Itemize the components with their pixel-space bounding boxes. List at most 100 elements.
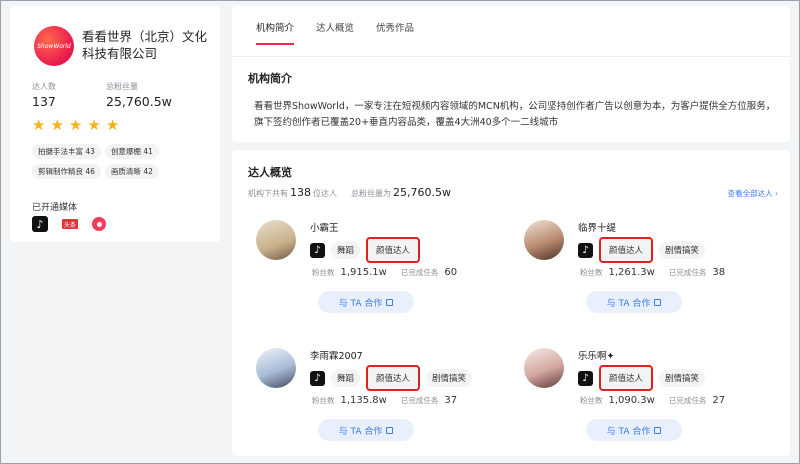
kol-tag-highlighted: 颜值达人 (598, 365, 654, 391)
tab-agency-intro[interactable]: 机构简介 (256, 20, 295, 45)
review-tag: 创意爆棚 41 (104, 144, 159, 159)
review-tag: 剪辑制作精良 46 (32, 164, 101, 179)
kol-stats: 粉丝数 1,090.3w 已完成任务 27 (580, 395, 733, 406)
overview-title: 达人概览 (248, 166, 292, 179)
agency-name: 看看世界（北京）文化科技有限公司 (82, 29, 208, 61)
xigua-icon[interactable] (92, 217, 107, 231)
star-icon: ★ (68, 116, 83, 134)
total-fans-value: 25,760.5w (106, 94, 172, 109)
tab-kol-overview[interactable]: 达人概览 (316, 20, 354, 45)
window-icon (386, 426, 394, 434)
fans-label: 粉丝数 (580, 268, 603, 277)
agency-logo: ShowWorld (34, 26, 74, 66)
review-tag: 画质清晰 42 (104, 164, 159, 179)
cooperate-button[interactable]: 与 TA 合作 (318, 291, 414, 313)
media-icons: ♪ 头条 (32, 216, 107, 232)
kol-tags: ♪ 颜值达人 剧情搞笑 (578, 365, 706, 391)
fans-label: 粉丝数 (312, 268, 335, 277)
window-icon (386, 298, 394, 306)
kol-tag: 剧情搞笑 (659, 241, 706, 259)
kol-tag: 剧情搞笑 (426, 369, 473, 387)
kol-card: 乐乐啊✦ ♪ 颜值达人 剧情搞笑 粉丝数 1,090.3w 已完成任务 27 与… (504, 340, 744, 450)
kol-tag: 舞蹈 (331, 369, 361, 387)
tasks-value: 60 (444, 267, 458, 278)
cooperate-button-label: 与 TA 合作 (338, 426, 383, 437)
avatar[interactable] (524, 220, 564, 260)
star-icon: ★ (50, 116, 64, 134)
intro-text: 看看世界ShowWorld，一家专注在短视频内容领域的MCN机构，公司坚持创作者… (254, 101, 776, 128)
cooperate-button-label: 与 TA 合作 (338, 298, 383, 309)
star-icon: ★ (32, 116, 46, 134)
kol-tag: 剧情搞笑 (659, 369, 706, 387)
star-icon: ★ (87, 116, 101, 134)
tasks-label: 已完成任务 (400, 268, 439, 277)
fans-label: 粉丝数 (312, 396, 335, 405)
review-tags: 拍摄手法丰富 43 创意爆棚 41 剪辑制作精良 46 画质清晰 42 (32, 144, 218, 179)
star-icon: ★ (105, 116, 120, 134)
review-tag: 拍摄手法丰富 43 (32, 144, 101, 159)
kol-tags: ♪ 舞蹈 颜值达人 剧情搞笑 (310, 365, 473, 391)
divider (232, 56, 790, 57)
total-fans: 25,760.5w (393, 186, 451, 199)
kol-card: 临界十缇 ♪ 颜值达人 剧情搞笑 粉丝数 1,261.3w 已完成任务 38 与… (504, 212, 744, 322)
kol-tag: 舞蹈 (331, 241, 361, 259)
cooperate-button[interactable]: 与 TA 合作 (586, 419, 682, 441)
avatar[interactable] (256, 348, 296, 388)
kol-count-value: 137 (32, 94, 56, 109)
tasks-value: 38 (712, 267, 726, 278)
douyin-icon: ♪ (310, 242, 325, 258)
intro-title: 机构简介 (248, 72, 292, 85)
avatar[interactable] (524, 348, 564, 388)
rating-stars: ★ ★ ★ ★ ★ (32, 118, 119, 133)
window-icon (654, 298, 662, 306)
kol-tags: ♪ 舞蹈 颜值达人 (310, 237, 421, 263)
agency-profile-card: ShowWorld 看看世界（北京）文化科技有限公司 达人数 137 总粉丝量 … (10, 6, 220, 242)
media-section-title: 已开通媒体 (32, 203, 78, 213)
tasks-label: 已完成任务 (668, 396, 707, 405)
fans-label: 总粉丝量为 (351, 189, 391, 198)
count-suffix: 位达人 (313, 189, 337, 198)
view-all-kols-link[interactable]: 查看全部达人 › (728, 188, 778, 199)
fans-value: 1,261.3w (608, 267, 655, 278)
tasks-label: 已完成任务 (400, 396, 439, 405)
intro-panel: 机构简介 达人概览 优秀作品 机构简介 看看世界ShowWorld，一家专注在短… (232, 6, 790, 142)
kol-overview-panel: 达人概览 机构下共有 138 位达人 总粉丝量为 25,760.5w 查看全部达… (232, 150, 790, 456)
kol-tag-highlighted: 颜值达人 (366, 365, 421, 391)
logo-text: ShowWorld (37, 42, 71, 50)
kol-count: 138 (290, 186, 311, 199)
kol-stats: 粉丝数 1,261.3w 已完成任务 38 (580, 267, 733, 278)
kol-name[interactable]: 乐乐啊✦ (578, 348, 614, 362)
tab-bar: 机构简介 达人概览 优秀作品 (256, 20, 414, 45)
tab-featured-works[interactable]: 优秀作品 (376, 20, 414, 45)
overview-summary: 机构下共有 138 位达人 总粉丝量为 25,760.5w (248, 186, 451, 199)
cooperate-button-label: 与 TA 合作 (606, 298, 651, 309)
cooperate-button[interactable]: 与 TA 合作 (586, 291, 682, 313)
kol-tags: ♪ 颜值达人 剧情搞笑 (578, 237, 706, 263)
kol-card: 小霸王 ♪ 舞蹈 颜值达人 粉丝数 1,915.1w 已完成任务 60 与 TA… (236, 212, 476, 322)
douyin-icon[interactable]: ♪ (32, 216, 48, 232)
kol-name[interactable]: 临界十缇 (578, 220, 616, 234)
tasks-value: 37 (444, 395, 458, 406)
kol-stats: 粉丝数 1,135.8w 已完成任务 37 (312, 395, 465, 406)
avatar[interactable] (256, 220, 296, 260)
fans-value: 1,915.1w (340, 267, 387, 278)
tasks-value: 27 (712, 395, 726, 406)
douyin-icon: ♪ (310, 370, 325, 386)
tasks-label: 已完成任务 (668, 268, 707, 277)
kol-name[interactable]: 小霸王 (310, 220, 339, 234)
fans-value: 1,090.3w (608, 395, 655, 406)
douyin-icon: ♪ (578, 370, 593, 386)
toutiao-icon[interactable]: 头条 (62, 219, 79, 229)
fans-label: 粉丝数 (580, 396, 603, 405)
kol-tag-highlighted: 颜值达人 (598, 237, 654, 263)
cooperate-button[interactable]: 与 TA 合作 (318, 419, 414, 441)
kol-stats: 粉丝数 1,915.1w 已完成任务 60 (312, 267, 465, 278)
count-prefix: 机构下共有 (248, 189, 288, 198)
window-icon (654, 426, 662, 434)
fans-value: 1,135.8w (340, 395, 387, 406)
douyin-icon: ♪ (578, 242, 593, 258)
cooperate-button-label: 与 TA 合作 (606, 426, 651, 437)
kol-tag-highlighted: 颜值达人 (366, 237, 421, 263)
kol-card: 李雨霖2007 ♪ 舞蹈 颜值达人 剧情搞笑 粉丝数 1,135.8w 已完成任… (236, 340, 476, 450)
kol-name[interactable]: 李雨霖2007 (310, 348, 363, 362)
